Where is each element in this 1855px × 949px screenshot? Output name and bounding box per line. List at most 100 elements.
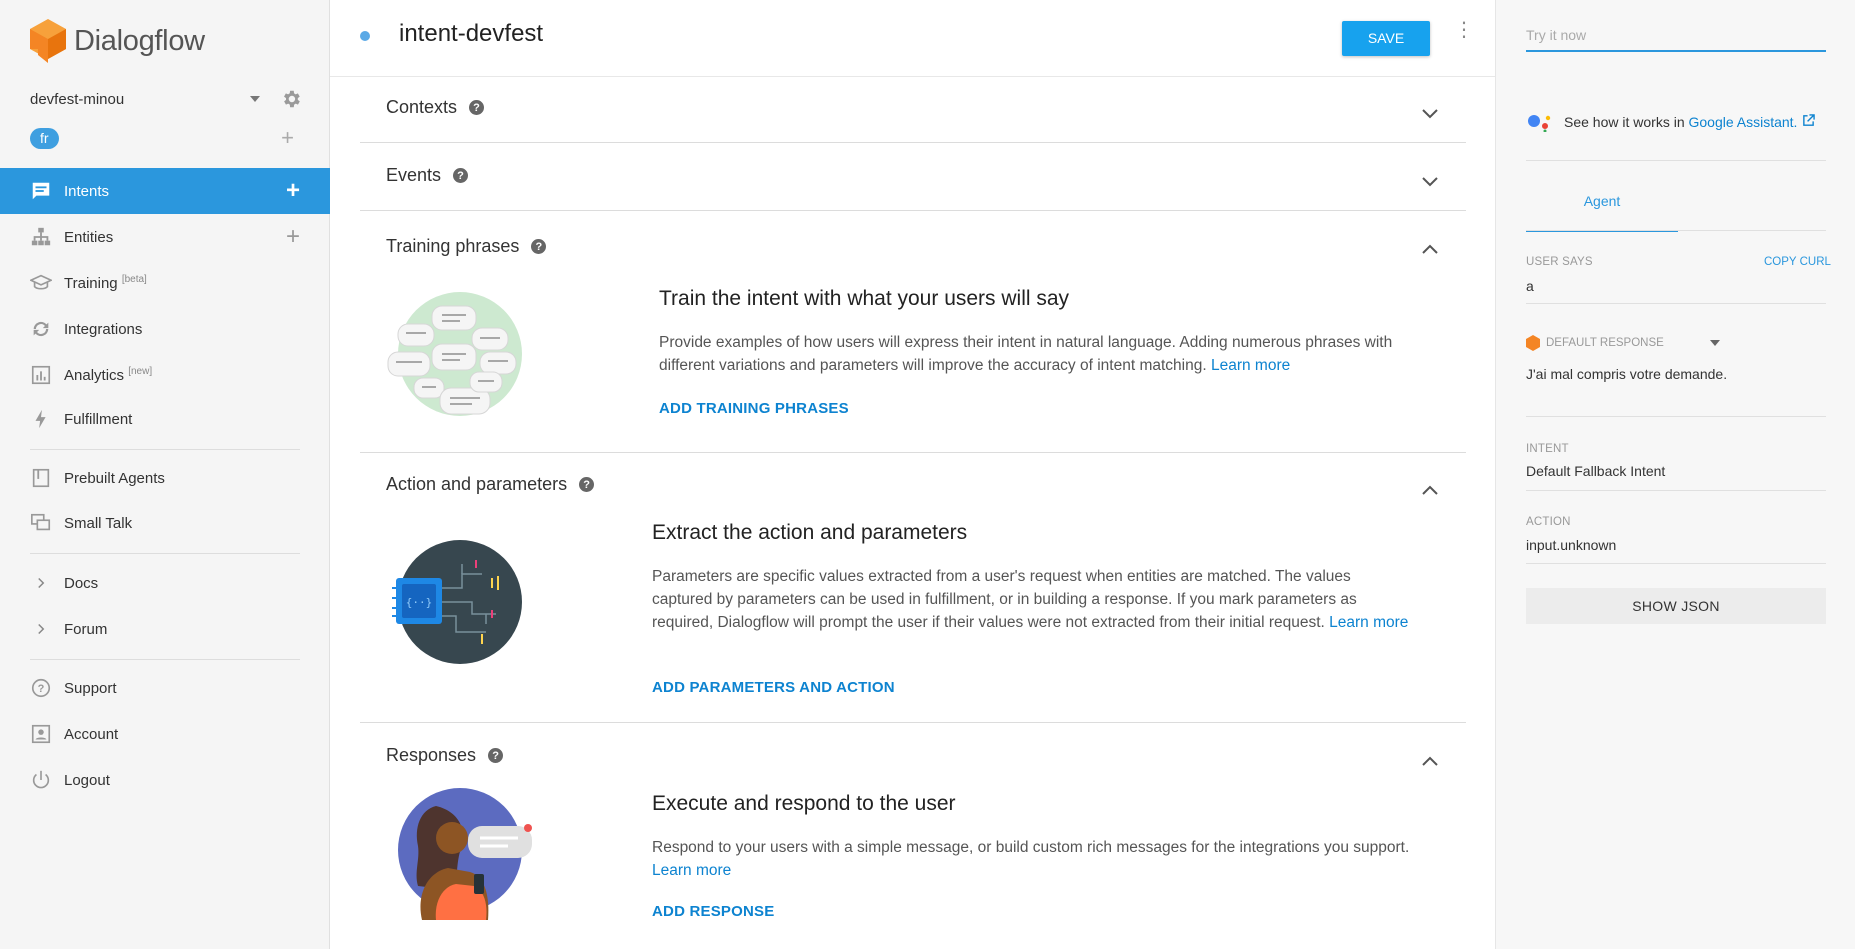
sidebar-item-fulfillment[interactable]: Fulfillment	[0, 396, 330, 442]
user-says-label: USER SAYS	[1526, 256, 1593, 268]
sidebar-item-prebuilt-agents[interactable]: Prebuilt Agents	[0, 455, 330, 501]
sidebar-item-logout[interactable]: Logout	[0, 757, 330, 803]
sidebar-item-intents[interactable]: Intents +	[0, 168, 330, 214]
tab-agent[interactable]: Agent	[1526, 190, 1678, 232]
section-divider	[360, 210, 1466, 211]
panel-divider	[1526, 563, 1826, 564]
default-response-selector[interactable]: DEFAULT RESPONSE	[1526, 334, 1726, 352]
section-events[interactable]: Events ?	[386, 165, 469, 186]
sidebar-item-integrations[interactable]: Integrations	[0, 306, 330, 352]
logo-text: Dialogflow	[74, 24, 205, 57]
matched-intent-link[interactable]: Default Fallback Intent	[1526, 463, 1665, 479]
chevron-right-icon	[30, 572, 52, 594]
sidebar-item-support[interactable]: ? Support	[0, 665, 330, 711]
add-training-phrases-button[interactable]: ADD TRAINING PHRASES	[659, 400, 849, 417]
section-responses[interactable]: Responses ?	[386, 745, 504, 766]
training-card-title: Train the intent with what your users wi…	[659, 287, 1070, 310]
sidebar-item-entities[interactable]: Entities +	[0, 214, 330, 260]
responses-desc-text: Respond to your users with a simple mess…	[652, 839, 1410, 856]
sidebar-divider	[30, 449, 300, 450]
action-card-title: Extract the action and parameters	[652, 521, 968, 544]
google-assistant-icon	[1526, 112, 1554, 133]
agent-selector[interactable]: devfest-minou	[30, 88, 302, 110]
try-it-now-input[interactable]	[1526, 22, 1826, 48]
sidebar-item-docs[interactable]: Docs	[0, 560, 330, 606]
intent-name[interactable]: intent-devfest	[399, 20, 543, 48]
save-button[interactable]: SAVE	[1342, 21, 1430, 56]
sidebar-item-label: Small Talk	[64, 514, 133, 532]
sidebar-item-label: Forum	[64, 620, 108, 638]
action-label: ACTION	[1526, 516, 1571, 528]
status-dot	[360, 31, 370, 41]
sidebar-item-label: Logout	[64, 771, 110, 789]
learn-more-link[interactable]: Learn more	[1211, 357, 1290, 374]
learn-more-link[interactable]: Learn more	[652, 862, 731, 879]
beta-tag: [beta]	[121, 274, 147, 285]
panel-divider	[1526, 160, 1826, 161]
responses-card-desc: Respond to your users with a simple mess…	[652, 836, 1412, 882]
gear-icon[interactable]	[280, 88, 302, 110]
sidebar-item-label: Intents	[64, 182, 110, 200]
more-vert-icon[interactable]: ⋮	[1454, 20, 1474, 48]
chat-bubble-icon	[30, 180, 52, 202]
graduation-cap-icon	[30, 272, 52, 294]
sync-icon	[30, 318, 52, 340]
sidebar-item-forum[interactable]: Forum	[0, 606, 330, 652]
help-icon[interactable]: ?	[488, 748, 504, 763]
panel-divider	[1526, 490, 1826, 491]
book-icon	[30, 467, 52, 489]
sidebar-item-small-talk[interactable]: Small Talk	[0, 500, 330, 546]
responses-illustration	[396, 786, 546, 920]
action-desc-text: Parameters are specific values extracted…	[652, 568, 1357, 631]
svg-text:?: ?	[38, 683, 45, 695]
sidebar-item-account[interactable]: Account	[0, 711, 330, 757]
section-title: Events	[386, 165, 442, 185]
action-value: input.unknown	[1526, 537, 1617, 553]
add-language-plus-icon[interactable]: +	[281, 127, 294, 149]
chevron-up-icon[interactable]	[1420, 240, 1440, 260]
language-pill[interactable]: fr	[30, 127, 59, 149]
training-phrases-illustration	[384, 288, 524, 428]
chat-squares-icon	[30, 512, 52, 534]
sidebar-item-label: Integrations	[64, 320, 143, 338]
help-icon[interactable]: ?	[579, 477, 595, 492]
chevron-down-icon[interactable]	[1420, 171, 1440, 191]
learn-more-link[interactable]: Learn more	[1329, 614, 1408, 631]
chevron-down-icon[interactable]	[1710, 340, 1720, 346]
dialogflow-logo[interactable]: Dialogflow	[30, 18, 205, 64]
chevron-up-icon[interactable]	[1420, 481, 1440, 501]
section-title: Training phrases	[386, 236, 520, 256]
help-icon[interactable]: ?	[531, 239, 547, 254]
sidebar-item-training[interactable]: Training [beta]	[0, 260, 330, 306]
add-response-button[interactable]: ADD RESPONSE	[652, 903, 774, 920]
section-title: Contexts	[386, 97, 458, 117]
section-action-parameters[interactable]: Action and parameters ?	[386, 474, 595, 495]
action-card-desc: Parameters are specific values extracted…	[652, 565, 1412, 634]
show-json-button[interactable]: SHOW JSON	[1526, 588, 1826, 624]
try-it-now-field[interactable]	[1526, 22, 1826, 52]
add-parameters-action-button[interactable]: ADD PARAMETERS AND ACTION	[652, 679, 895, 696]
power-icon	[30, 769, 52, 791]
add-entity-plus-icon[interactable]: +	[286, 225, 300, 249]
section-training-phrases[interactable]: Training phrases ?	[386, 236, 547, 257]
section-title: Action and parameters	[386, 474, 568, 494]
default-response-value: J'ai mal compris votre demande.	[1526, 366, 1728, 382]
training-card-desc: Provide examples of how users will expre…	[659, 331, 1449, 377]
copy-curl-button[interactable]: COPY CURL	[1764, 256, 1831, 268]
chevron-down-icon[interactable]	[250, 96, 260, 102]
help-icon[interactable]: ?	[453, 168, 469, 183]
section-contexts[interactable]: Contexts ?	[386, 97, 485, 118]
help-icon[interactable]: ?	[469, 100, 485, 115]
google-assistant-link[interactable]: Google Assistant.	[1689, 114, 1798, 130]
sidebar-item-label: Prebuilt Agents	[64, 469, 165, 487]
dialogflow-logo-icon	[30, 19, 66, 63]
external-link-icon[interactable]	[1802, 114, 1816, 130]
agent-name: devfest-minou	[30, 90, 125, 108]
chevron-down-icon[interactable]	[1420, 103, 1440, 123]
sidebar-divider	[30, 659, 300, 660]
sidebar-item-analytics[interactable]: Analytics [new]	[0, 352, 330, 398]
chevron-up-icon[interactable]	[1420, 752, 1440, 772]
sidebar-item-label: Analytics [new]	[64, 366, 152, 384]
add-intent-plus-icon[interactable]: +	[286, 179, 300, 203]
sidebar-item-label: Support	[64, 679, 117, 697]
